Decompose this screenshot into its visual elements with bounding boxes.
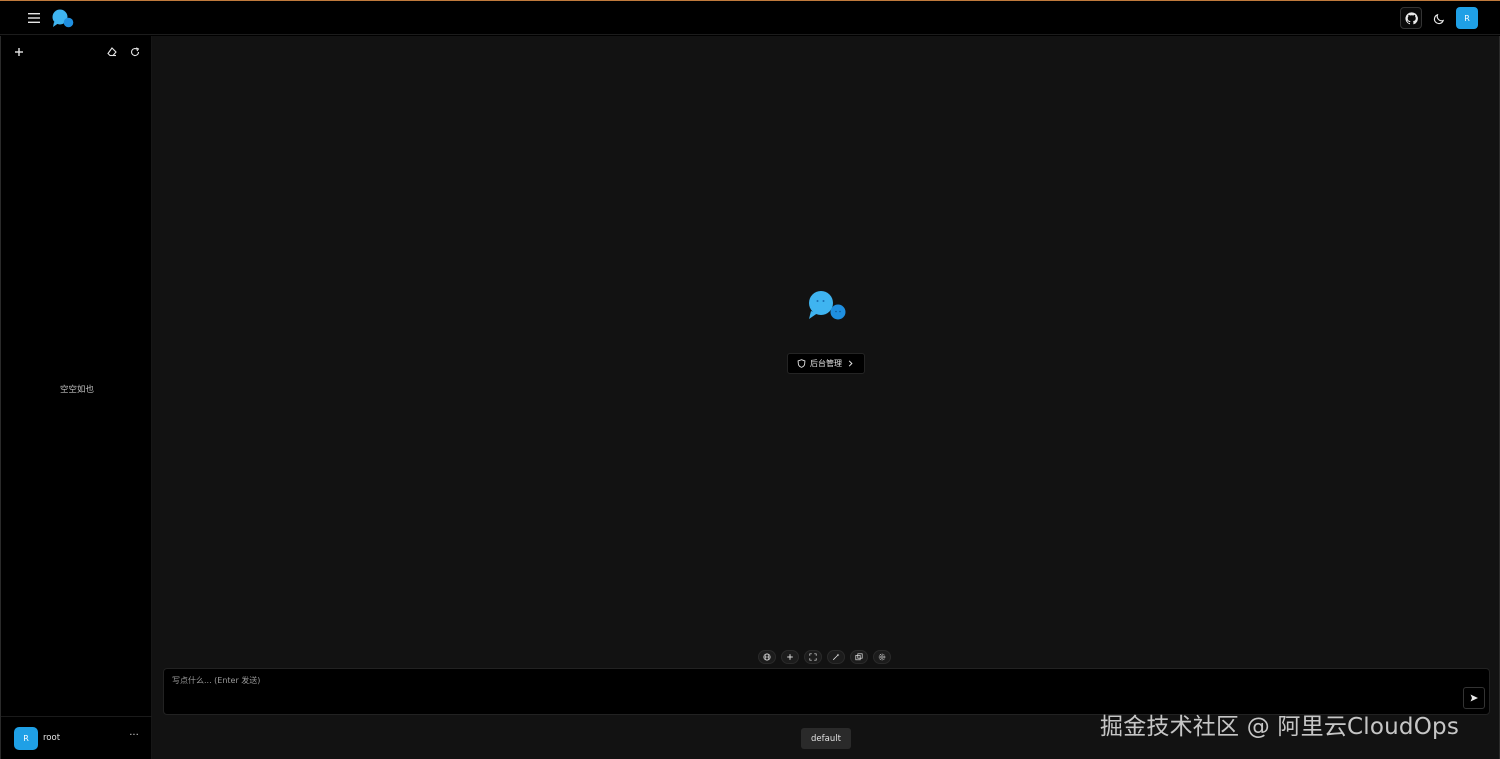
sidebar: 空空如也 R root ··· [0,36,153,759]
app-window: R 空空如也 R root ··· 后台管理 写点什么... (Enter 发送… [0,0,1500,759]
more-options-button[interactable]: ··· [127,731,141,743]
prompt-icon[interactable] [850,650,868,664]
admin-button[interactable]: 后台管理 [787,353,865,374]
avatar[interactable]: R [1456,7,1478,29]
watermark: 掘金技术社区 @ 阿里云CloudOps [1100,714,1460,740]
moon-icon[interactable] [1428,7,1450,29]
chat-main: 后台管理 写点什么... (Enter 发送) default [152,36,1500,759]
user-name: root [43,733,61,743]
github-icon[interactable] [1400,7,1422,29]
header-actions: R [1400,7,1478,29]
chevron-right-icon [848,360,853,367]
chat-bubbles-logo-icon [806,289,848,323]
send-arrow-icon [1470,694,1478,702]
eraser-icon[interactable] [105,45,119,59]
model-selector[interactable]: default [801,728,851,749]
fullscreen-icon[interactable] [804,650,822,664]
admin-button-label: 后台管理 [810,359,842,368]
empty-history-text: 空空如也 [59,385,94,395]
shield-icon [797,359,806,368]
hamburger-menu-icon[interactable] [24,9,44,27]
send-button[interactable] [1463,687,1485,709]
chat-bubbles-logo-icon[interactable] [51,8,75,30]
globe-icon[interactable] [758,650,776,664]
sidebar-toolbar [1,42,153,62]
composer-toolbar [758,650,891,664]
top-bar: R [0,2,1500,35]
user-panel: R root ··· [1,716,153,759]
magic-wand-icon[interactable] [827,650,845,664]
refresh-icon[interactable] [128,45,142,59]
plus-icon[interactable] [12,45,26,59]
settings-icon[interactable] [873,650,891,664]
avatar[interactable]: R [14,727,38,750]
plus-icon[interactable] [781,650,799,664]
